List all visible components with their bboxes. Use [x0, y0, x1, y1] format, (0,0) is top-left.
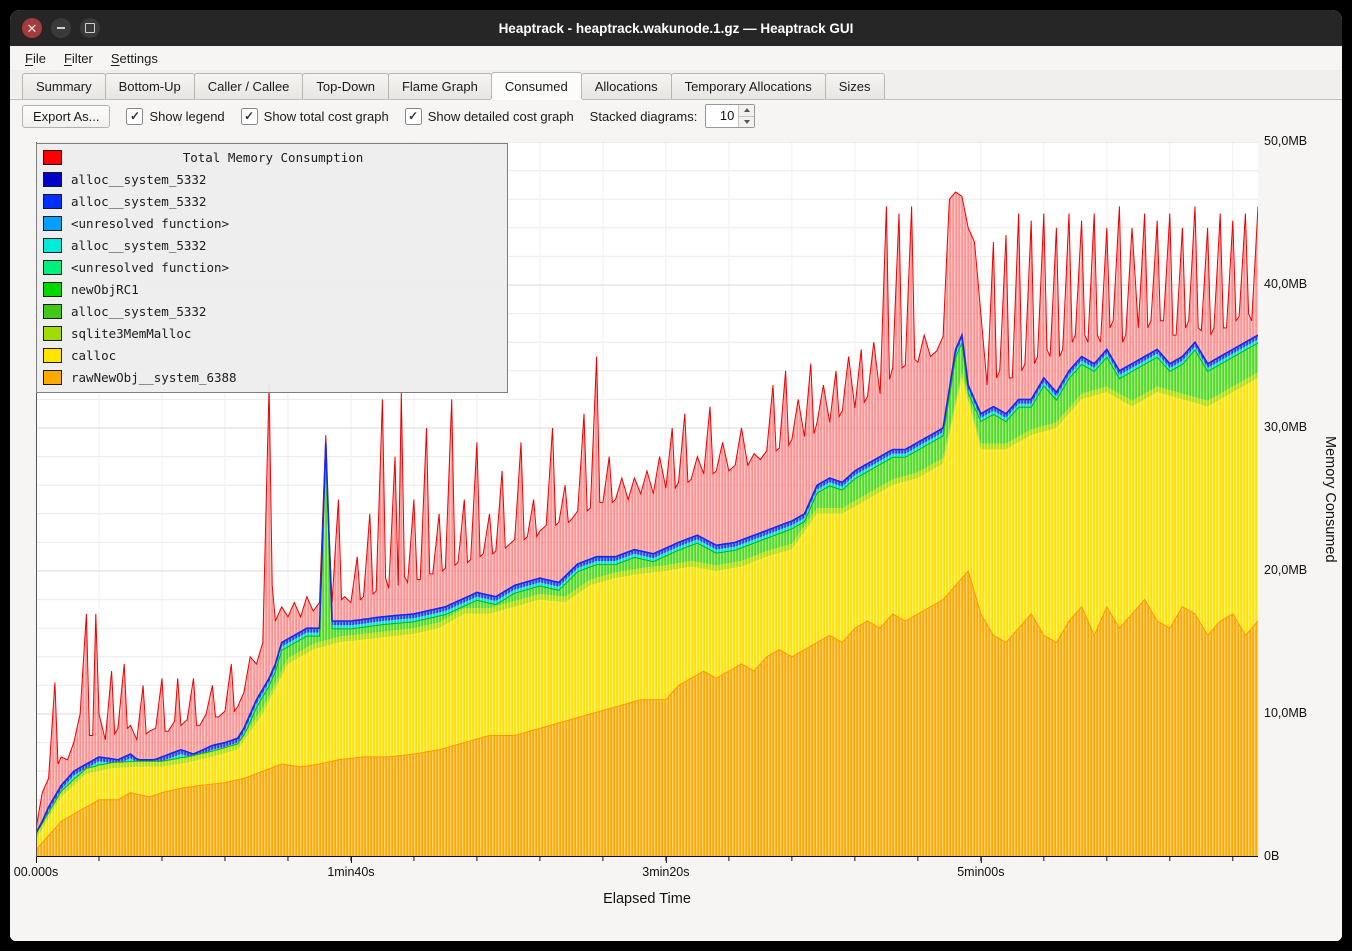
legend-item: alloc__system_5332 — [37, 168, 507, 190]
x-axis-title: Elapsed Time — [36, 891, 1258, 907]
legend-item: newObjRC1 — [37, 278, 507, 300]
legend-swatch — [43, 348, 62, 363]
spinner-down-icon[interactable] — [739, 117, 754, 128]
window-controls: ✕ — [22, 10, 100, 46]
menu-filter[interactable]: Filter — [55, 49, 102, 68]
toolbar-checkboxes: ✓ Show legend ✓ Show total cost graph ✓ Show … — [126, 108, 573, 125]
tab-caller-callee[interactable]: Caller / Callee — [194, 73, 304, 99]
legend-label: calloc — [71, 348, 116, 363]
checkbox-show-detailed-cost-graph[interactable]: ✓ Show detailed cost graph — [405, 108, 574, 125]
checkbox-check-icon[interactable]: ✓ — [405, 108, 422, 125]
legend-item: alloc__system_5332 — [37, 300, 507, 322]
legend-item: alloc__system_5332 — [37, 190, 507, 212]
legend-title: Total Memory Consumption — [71, 150, 501, 165]
y-tick-label: 50,0MB — [1264, 134, 1307, 148]
legend-swatch — [43, 370, 62, 385]
y-tick-label: 20,0MB — [1264, 563, 1307, 577]
export-as-button[interactable]: Export As... — [22, 105, 110, 128]
legend-item: <unresolved function> — [37, 212, 507, 234]
legend-swatch — [43, 282, 62, 297]
close-icon[interactable]: ✕ — [22, 18, 42, 38]
legend-label: alloc__system_5332 — [71, 304, 206, 319]
legend-swatch — [43, 326, 62, 341]
checkbox-show-legend[interactable]: ✓ Show legend — [126, 108, 224, 125]
toolbar: Export As... ✓ Show legend ✓ Show total cos… — [10, 100, 1342, 132]
legend-label: alloc__system_5332 — [71, 172, 206, 187]
legend-label: <unresolved function> — [71, 216, 229, 231]
x-tick-label: 3min20s — [642, 865, 689, 879]
tab-sizes[interactable]: Sizes — [825, 73, 885, 99]
stacked-diagrams-spinner[interactable]: 10 — [705, 104, 755, 128]
legend-label: alloc__system_5332 — [71, 194, 206, 209]
chart-area: Total Memory Consumption alloc__system_53… — [10, 131, 1342, 941]
menu-file[interactable]: File — [16, 49, 55, 68]
legend-swatch — [43, 194, 62, 209]
checkbox-check-icon[interactable]: ✓ — [126, 108, 143, 125]
tab-top-down[interactable]: Top-Down — [302, 73, 389, 99]
legend-swatch — [43, 304, 62, 319]
legend-item: alloc__system_5332 — [37, 234, 507, 256]
legend-label: newObjRC1 — [71, 282, 139, 297]
y-tick-label: 10,0MB — [1264, 706, 1307, 720]
legend-label: alloc__system_5332 — [71, 238, 206, 253]
legend-item: <unresolved function> — [37, 256, 507, 278]
checkbox-show-total-cost-graph[interactable]: ✓ Show total cost graph — [241, 108, 389, 125]
titlebar: ✕ Heaptrack - heaptrack.wakunode.1.gz — … — [10, 10, 1342, 46]
legend-swatch — [43, 238, 62, 253]
legend-swatch — [43, 260, 62, 275]
checkbox-label: Show total cost graph — [264, 109, 389, 124]
checkbox-label: Show detailed cost graph — [428, 109, 574, 124]
window-title: Heaptrack - heaptrack.wakunode.1.gz — He… — [10, 21, 1342, 36]
legend-swatch — [43, 150, 62, 165]
tab-bar: SummaryBottom-UpCaller / CalleeTop-DownF… — [10, 71, 1342, 100]
maximize-icon[interactable] — [80, 18, 100, 38]
stacked-diagrams-label: Stacked diagrams: — [590, 109, 698, 124]
legend-swatch — [43, 172, 62, 187]
memory-consumption-chart[interactable]: Total Memory Consumption alloc__system_53… — [36, 142, 1258, 857]
checkbox-check-icon[interactable]: ✓ — [241, 108, 258, 125]
tab-bottom-up[interactable]: Bottom-Up — [105, 73, 195, 99]
tab-allocations[interactable]: Allocations — [581, 73, 672, 99]
menu-bar: FileFilterSettings — [10, 46, 1342, 71]
legend-label: sqlite3MemMalloc — [71, 326, 191, 341]
spinner-buttons — [738, 105, 754, 127]
x-tick-label: 5min00s — [957, 865, 1004, 879]
legend-label: <unresolved function> — [71, 260, 229, 275]
checkbox-label: Show legend — [149, 109, 224, 124]
legend-item: rawNewObj__system_6388 — [37, 366, 507, 388]
chart-legend: Total Memory Consumption alloc__system_53… — [36, 143, 508, 393]
tab-summary[interactable]: Summary — [22, 73, 106, 99]
y-tick-label: 40,0MB — [1264, 277, 1307, 291]
legend-label: rawNewObj__system_6388 — [71, 370, 237, 385]
tab-flame-graph[interactable]: Flame Graph — [388, 73, 492, 99]
y-tick-label: 0B — [1264, 849, 1279, 863]
legend-item: calloc — [37, 344, 507, 366]
minimize-icon[interactable] — [51, 18, 71, 38]
spinner-value[interactable]: 10 — [706, 105, 738, 127]
legend-item: sqlite3MemMalloc — [37, 322, 507, 344]
tab-temporary-allocations[interactable]: Temporary Allocations — [671, 73, 826, 99]
legend-swatch — [43, 216, 62, 231]
spinner-up-icon[interactable] — [739, 105, 754, 117]
x-tick-label: 1min40s — [327, 865, 374, 879]
y-axis-title: Memory Consumed — [1320, 142, 1340, 857]
y-tick-label: 30,0MB — [1264, 420, 1307, 434]
app-window: ✕ Heaptrack - heaptrack.wakunode.1.gz — … — [10, 10, 1342, 941]
tab-consumed[interactable]: Consumed — [491, 72, 582, 99]
menu-settings[interactable]: Settings — [102, 49, 167, 68]
legend-title-row: Total Memory Consumption — [37, 146, 507, 168]
x-tick-label: 00.000s — [14, 865, 58, 879]
